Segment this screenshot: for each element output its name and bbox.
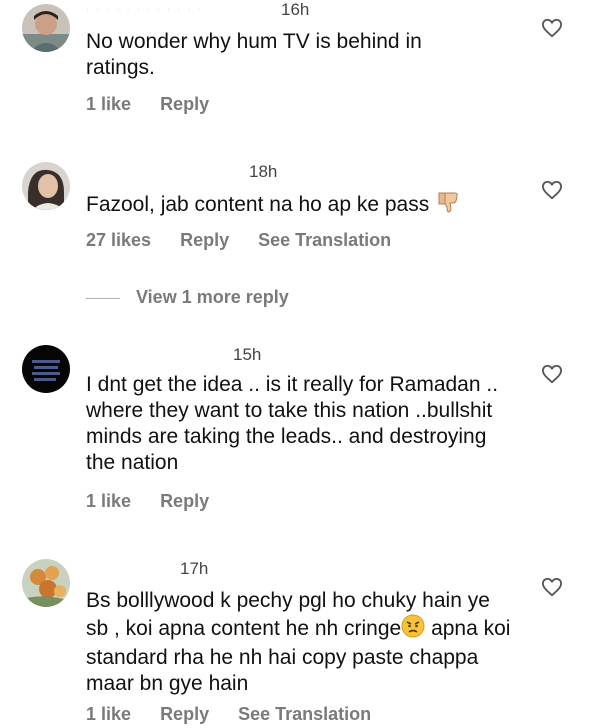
divider-line <box>86 297 120 299</box>
comment-time: 17h <box>180 559 209 578</box>
see-translation-button[interactable]: See Translation <box>258 230 391 250</box>
likes-count[interactable]: 27 likes <box>86 230 151 250</box>
heart-outline-icon[interactable] <box>541 577 563 597</box>
comment-text: I dnt get the idea .. is it really for R… <box>86 373 499 474</box>
avatar[interactable] <box>22 345 70 393</box>
reply-button[interactable]: Reply <box>160 94 209 114</box>
angry-face-icon <box>401 614 425 645</box>
thumbs-down-icon <box>435 189 461 222</box>
see-translation-button[interactable]: See Translation <box>238 704 371 724</box>
reply-button[interactable]: Reply <box>160 491 209 511</box>
comment-actions: 1 like Reply See Translation <box>86 704 395 725</box>
avatar[interactable] <box>22 162 70 210</box>
comment-actions: 27 likes Reply See Translation <box>86 230 415 251</box>
comment-text: No wonder why hum TV is behind in rating… <box>86 30 422 79</box>
heart-outline-icon[interactable] <box>541 364 563 384</box>
comment-actions: 1 like Reply <box>86 491 233 512</box>
avatar[interactable] <box>22 4 70 52</box>
heart-outline-icon[interactable] <box>541 18 563 38</box>
comment-text-body: Bs bolllywood k pechy pgl ho chuky hain … <box>86 589 490 641</box>
comment-text: Fazool, jab content na ho ap ke pass <box>86 189 526 222</box>
avatar[interactable] <box>22 559 70 607</box>
comment-text: Bs bolllywood k pechy pgl ho chuky hain … <box>86 588 516 697</box>
reply-button[interactable]: Reply <box>160 704 209 724</box>
blurred-username: · · · · · · · · · · · · <box>86 4 203 15</box>
comment-time: 16h <box>281 0 310 19</box>
likes-count[interactable]: 1 like <box>86 94 131 114</box>
likes-count[interactable]: 1 like <box>86 704 131 724</box>
comment-time: 15h <box>233 345 262 364</box>
view-more-label: View 1 more reply <box>136 287 289 307</box>
comment-text-body: Fazool, jab content na ho ap ke pass <box>86 193 430 217</box>
likes-count[interactable]: 1 like <box>86 491 131 511</box>
comment-actions: 1 like Reply <box>86 94 233 115</box>
heart-outline-icon[interactable] <box>541 180 563 200</box>
comment-time: 18h <box>249 162 278 181</box>
view-more-replies-button[interactable]: View 1 more reply <box>86 287 289 308</box>
reply-button[interactable]: Reply <box>180 230 229 250</box>
